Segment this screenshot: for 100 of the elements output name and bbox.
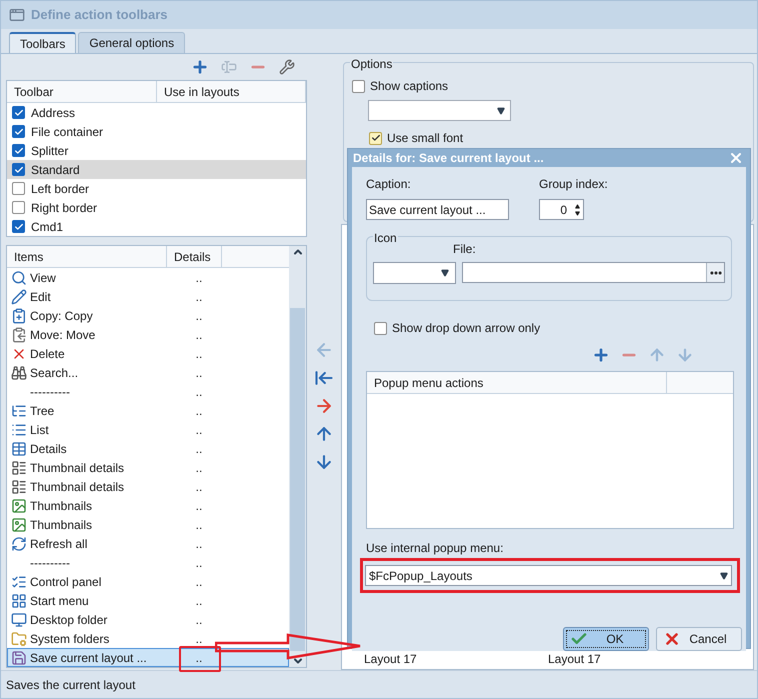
item-label: View [30,270,57,286]
item-row[interactable]: Delete .. [7,344,289,363]
item-row[interactable]: Thumbnails .. [7,496,289,515]
cross-icon [663,630,681,648]
item-row[interactable]: Thumbnail details .. [7,477,289,496]
toolbar-row[interactable]: Address [7,103,306,122]
item-row[interactable]: Thumbnail details .. [7,458,289,477]
ok-button[interactable]: OK [563,627,649,651]
item-row[interactable]: Move: Move .. [7,325,289,344]
toolbar-row[interactable]: File container [7,122,306,141]
checkbox[interactable] [12,163,25,176]
image-icon [11,498,27,514]
checkbox[interactable] [12,201,25,214]
item-row[interactable]: Control panel .. [7,572,289,591]
toolbar-row[interactable]: Cmd1 [7,217,306,236]
item-row[interactable]: Start menu .. [7,591,289,610]
item-row[interactable]: Edit .. [7,287,289,306]
arrow-down-icon[interactable] [314,452,334,472]
item-row[interactable]: View .. [7,268,289,287]
checkbox[interactable] [369,132,382,144]
checkbox[interactable] [12,125,25,138]
toolbar-row[interactable]: Standard [7,160,306,179]
details-cell-text: .. [194,288,204,306]
column-header: Details [167,246,222,267]
checkbox[interactable] [12,106,25,119]
item-row[interactable]: Copy: Copy .. [7,306,289,325]
field-label: Use internal popup menu: [366,540,504,557]
browse-button[interactable] [706,263,724,282]
checkbox[interactable] [12,182,25,195]
item-label: List [30,422,50,438]
table-icon [11,440,27,456]
grid-icon [11,592,27,608]
cancel-button[interactable]: Cancel [656,627,742,651]
clipboard-icon [11,326,27,342]
details-cell-text: .. [194,478,204,496]
item-label: Edit [30,288,52,306]
monitor-icon [11,612,27,628]
toolbar-row[interactable]: Right border [7,198,306,217]
column-header: Use in layouts [157,81,306,102]
arrow-right-icon[interactable] [314,396,334,416]
item-label: Delete [30,346,66,362]
item-label: Thumbnails [30,516,94,534]
item-label: Thumbnails [30,498,94,514]
add-icon[interactable] [191,58,209,76]
pencil-icon [11,288,27,304]
checkbox[interactable] [374,322,387,334]
arrow-left-to-line-icon[interactable] [314,368,334,388]
column-header: Items [7,246,167,267]
scrollbar[interactable] [289,246,306,667]
file-field[interactable] [462,262,725,283]
spin-down-icon[interactable] [575,210,580,216]
add-icon[interactable] [592,346,610,364]
item-row[interactable]: System folders .. [7,629,289,648]
item-row[interactable]: ---------- .. [7,382,289,401]
item-label: Refresh all [30,536,88,552]
checkbox-label: Show drop down arrow only [392,320,540,337]
dropdown[interactable] [368,100,511,121]
close-icon[interactable] [728,150,744,166]
toolbar-name: Cmd1 [31,218,64,236]
caption-field[interactable]: Save current layout ... [366,199,509,220]
details-cell-text: .. [194,592,204,610]
folder-icon [11,630,27,646]
checkbox[interactable] [12,144,25,157]
tab[interactable]: General options [78,32,186,53]
item-label: Save current layout ... [30,650,148,666]
item-row[interactable]: Details .. [7,439,289,458]
details-cell-text: .. [194,460,204,476]
details-cell-text: .. [194,536,204,552]
save-icon [11,650,27,666]
wrench-icon[interactable] [279,59,295,75]
item-row[interactable]: Thumbnails .. [7,515,289,534]
toolbar-row[interactable]: Splitter [7,141,306,160]
item-row[interactable]: Save current layout ... .. [7,648,289,667]
item-row[interactable]: Desktop folder .. [7,610,289,629]
item-row[interactable]: Search... .. [7,363,289,382]
field-label: Caption: [366,176,412,193]
binoculars-icon [11,364,27,380]
dialog-title: Details for: Save current layout ... [353,150,544,167]
toolbar-row[interactable]: Left border [7,179,306,198]
magnifier-icon [11,270,27,286]
spin-up-icon[interactable] [575,204,580,208]
checkbox[interactable] [12,220,25,233]
item-label: Control panel [30,574,102,590]
details-cell-text: .. [194,270,204,286]
item-row[interactable]: ---------- .. [7,553,289,572]
item-label: Start menu [30,592,90,610]
tab[interactable]: Toolbars [9,32,76,53]
internal-popup-dropdown[interactable]: $FcPopup_Layouts [365,565,732,586]
item-row[interactable]: Tree .. [7,401,289,420]
icon-dropdown[interactable] [373,262,456,284]
group-index-spinner[interactable]: 0 [539,199,584,220]
details-cell-text: .. [194,440,204,458]
toolbar-name: Standard [31,162,80,178]
scroll-thumb[interactable] [290,308,305,651]
details-cell-text: .. [194,516,204,534]
checkbox[interactable] [352,80,365,92]
item-row[interactable]: List .. [7,420,289,439]
window-title: Define action toolbars [31,6,168,24]
item-row[interactable]: Refresh all .. [7,534,289,553]
details-cell-text: .. [194,554,204,572]
